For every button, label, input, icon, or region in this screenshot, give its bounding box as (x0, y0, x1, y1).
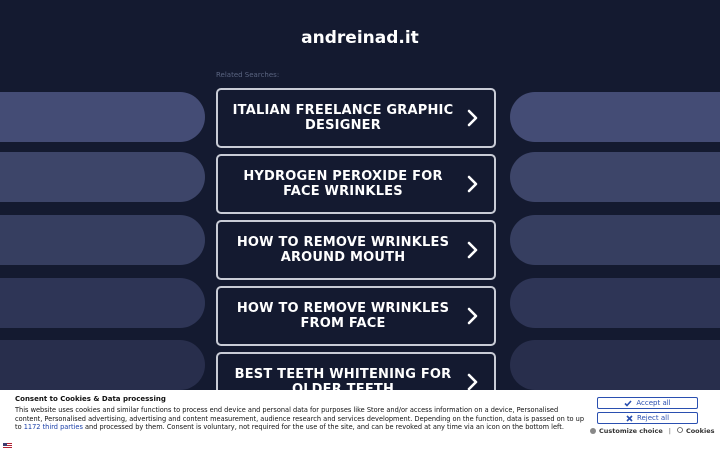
gear-icon (590, 428, 596, 434)
chevron-right-icon (462, 305, 484, 327)
bg-shape (510, 340, 720, 390)
related-searches-label: Related Searches: (216, 71, 280, 79)
cookies-link[interactable]: Cookies (686, 427, 715, 435)
third-parties-link[interactable]: 1172 third parties (24, 423, 83, 431)
related-search-label: HOW TO REMOVE WRINKLES FROM FACE (236, 301, 450, 331)
chevron-right-icon (462, 173, 484, 195)
chevron-right-icon (462, 107, 484, 129)
flag-icon[interactable] (3, 434, 12, 449)
related-search-link[interactable]: ITALIAN FREELANCE GRAPHIC DESIGNER (216, 88, 496, 148)
bg-shape (510, 152, 720, 202)
separator: | (668, 427, 671, 435)
related-search-label: HOW TO REMOVE WRINKLES AROUND MOUTH (236, 235, 450, 265)
customize-choice-link[interactable]: Customize choice (599, 427, 663, 435)
accept-all-button[interactable]: Accept all (597, 397, 698, 409)
cookie-icon (677, 427, 683, 435)
consent-body: This website uses cookies and similar fu… (15, 406, 585, 432)
bg-shape (0, 92, 205, 142)
close-icon (626, 414, 633, 422)
related-search-label: HYDROGEN PEROXIDE FOR FACE WRINKLES (243, 169, 443, 199)
consent-footer-links: Customize choice | Cookies (590, 427, 714, 435)
consent-title: Consent to Cookies & Data processing (15, 395, 166, 403)
reject-all-label: Reject all (636, 414, 670, 422)
related-search-link[interactable]: HYDROGEN PEROXIDE FOR FACE WRINKLES (216, 154, 496, 214)
bg-shape (510, 278, 720, 328)
bg-shape (0, 278, 205, 328)
cookie-consent-banner: Consent to Cookies & Data processing Thi… (0, 390, 720, 450)
bg-shape (0, 215, 205, 265)
bg-shape (510, 215, 720, 265)
bg-shape (0, 152, 205, 202)
related-search-link[interactable]: HOW TO REMOVE WRINKLES FROM FACE (216, 286, 496, 346)
check-icon (624, 399, 632, 407)
related-search-link[interactable]: HOW TO REMOVE WRINKLES AROUND MOUTH (216, 220, 496, 280)
reject-all-button[interactable]: Reject all (597, 412, 698, 424)
consent-body-text-end: and processed by them. Consent is volunt… (82, 423, 564, 432)
bg-shape (510, 92, 720, 142)
accept-all-label: Accept all (636, 399, 671, 407)
bg-shape (0, 340, 205, 390)
related-search-label: ITALIAN FREELANCE GRAPHIC DESIGNER (232, 103, 454, 133)
chevron-right-icon (462, 239, 484, 261)
site-title: andreinad.it (301, 28, 419, 48)
